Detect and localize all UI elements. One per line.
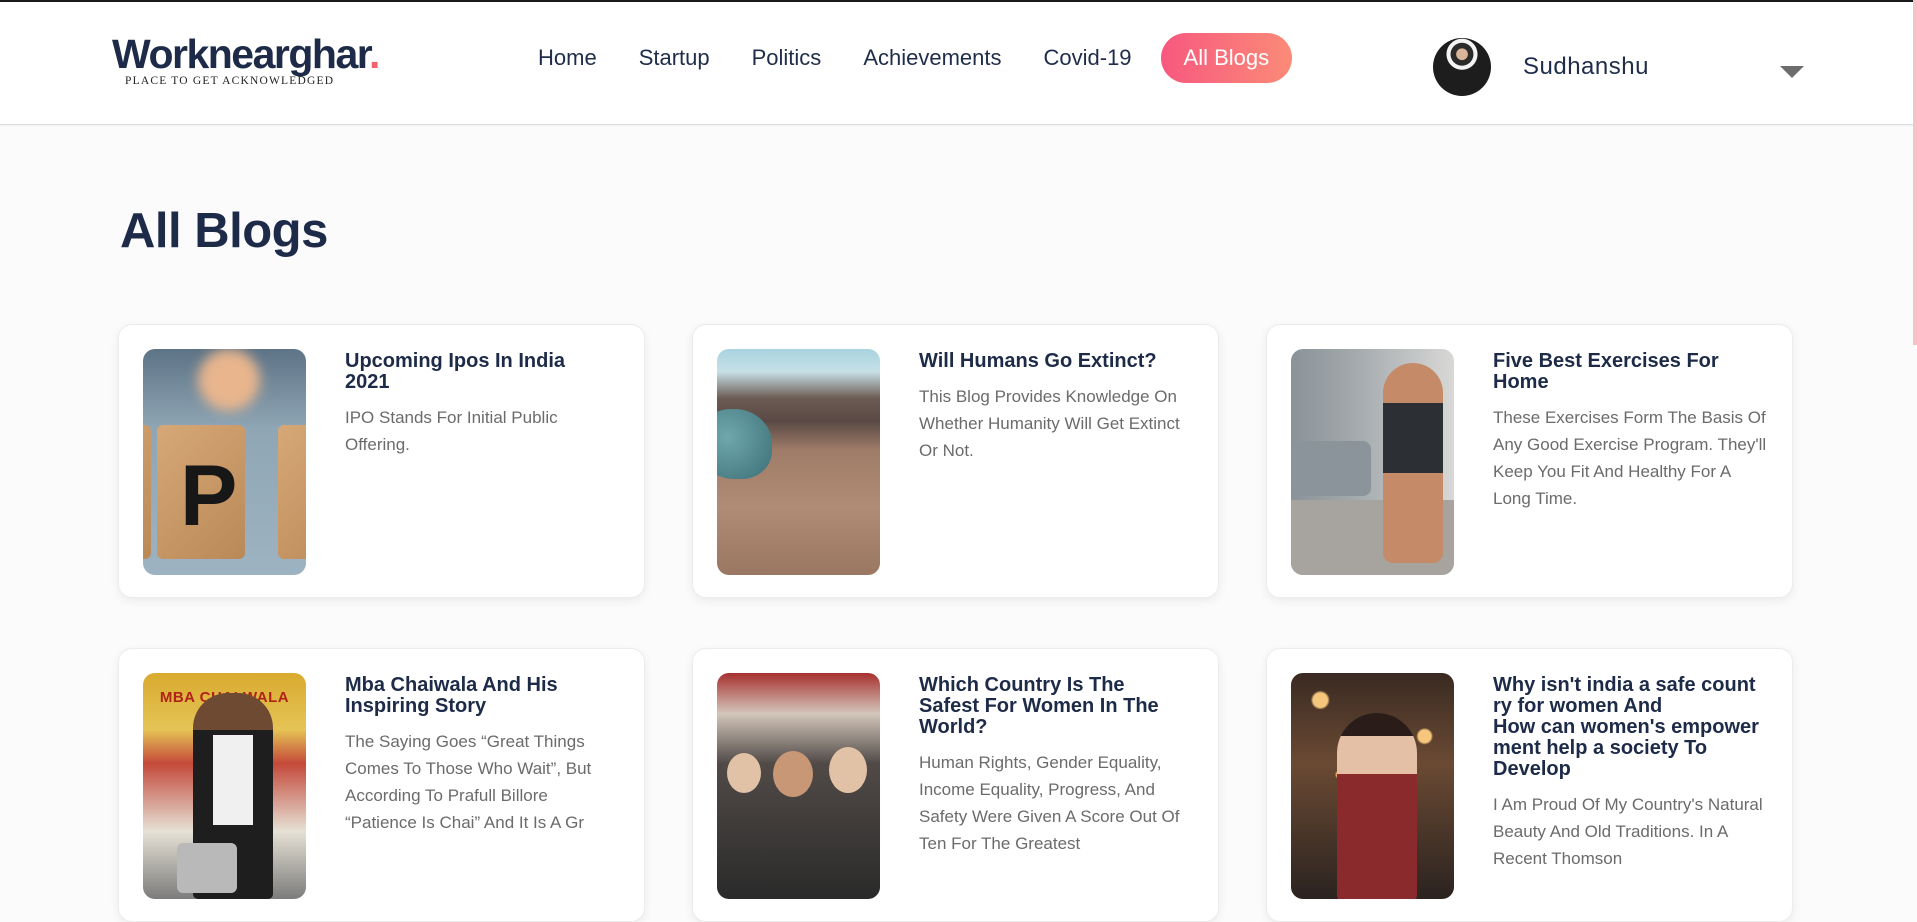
blog-card[interactable]: Will Humans Go Extinct? This Blog Provid… [692,324,1219,598]
blog-title[interactable]: Upcoming Ipos In India 2021 [345,351,620,393]
blog-title[interactable]: Five Best Exercises For Home [1493,351,1768,393]
nav-all-blogs[interactable]: All Blogs [1160,33,1293,83]
blog-description: These Exercises Form The Basis Of Any Go… [1493,408,1767,508]
nav-startup[interactable]: Startup [639,45,710,71]
blog-card[interactable]: P Upcoming Ipos In India 2021 IPO Stands… [118,324,645,598]
blog-thumbnail [717,673,880,899]
blog-thumbnail [717,349,880,575]
chevron-down-icon[interactable] [1780,66,1804,78]
blog-thumbnail [1291,673,1454,899]
blog-card[interactable]: Why isn't india a safe count ry for wome… [1266,648,1793,922]
blog-title[interactable]: Which Country Is The Safest For Women In… [919,675,1194,738]
user-avatar[interactable] [1433,38,1491,96]
blog-card[interactable]: Which Country Is The Safest For Women In… [692,648,1219,922]
page-title: All Blogs [120,204,328,258]
blog-description: I Am Proud Of My Country's Natural Beaut… [1493,795,1763,868]
nav-home[interactable]: Home [538,45,597,71]
blog-title[interactable]: Mba Chaiwala And His Inspiring Story [345,675,620,717]
blog-card[interactable]: Five Best Exercises For Home These Exerc… [1266,324,1793,598]
logo-name: Worknearghar [112,31,370,77]
blog-title[interactable]: Will Humans Go Extinct? [919,351,1194,372]
blog-description: This Blog Provides Knowledge On Whether … [919,387,1180,460]
blog-title[interactable]: Why isn't india a safe count ry for wome… [1493,675,1768,780]
user-name[interactable]: Sudhanshu [1523,53,1649,81]
blog-thumbnail: P [143,349,306,575]
blog-thumbnail: MBA CHAI WALA [143,673,306,899]
main-nav: Home Startup Politics Achievements Covid… [538,33,1293,83]
blog-card[interactable]: MBA CHAI WALA Mba Chaiwala And His Inspi… [118,648,645,922]
blog-description: Human Rights, Gender Equality, Income Eq… [919,753,1180,853]
nav-covid[interactable]: Covid-19 [1044,45,1132,71]
site-header: Worknearghar. PLACE TO GET ACKNOWLEDGED … [0,2,1913,125]
site-logo[interactable]: Worknearghar. PLACE TO GET ACKNOWLEDGED [112,31,380,87]
blog-description: IPO Stands For Initial Public Offering. [345,408,558,454]
logo-dot: . [368,31,380,77]
scrollbar-thumb[interactable] [1913,0,1917,345]
blog-thumbnail [1291,349,1454,575]
blog-description: The Saying Goes “Great Things Comes To T… [345,732,592,832]
nav-politics[interactable]: Politics [752,45,822,71]
nav-achievements[interactable]: Achievements [863,45,1001,71]
